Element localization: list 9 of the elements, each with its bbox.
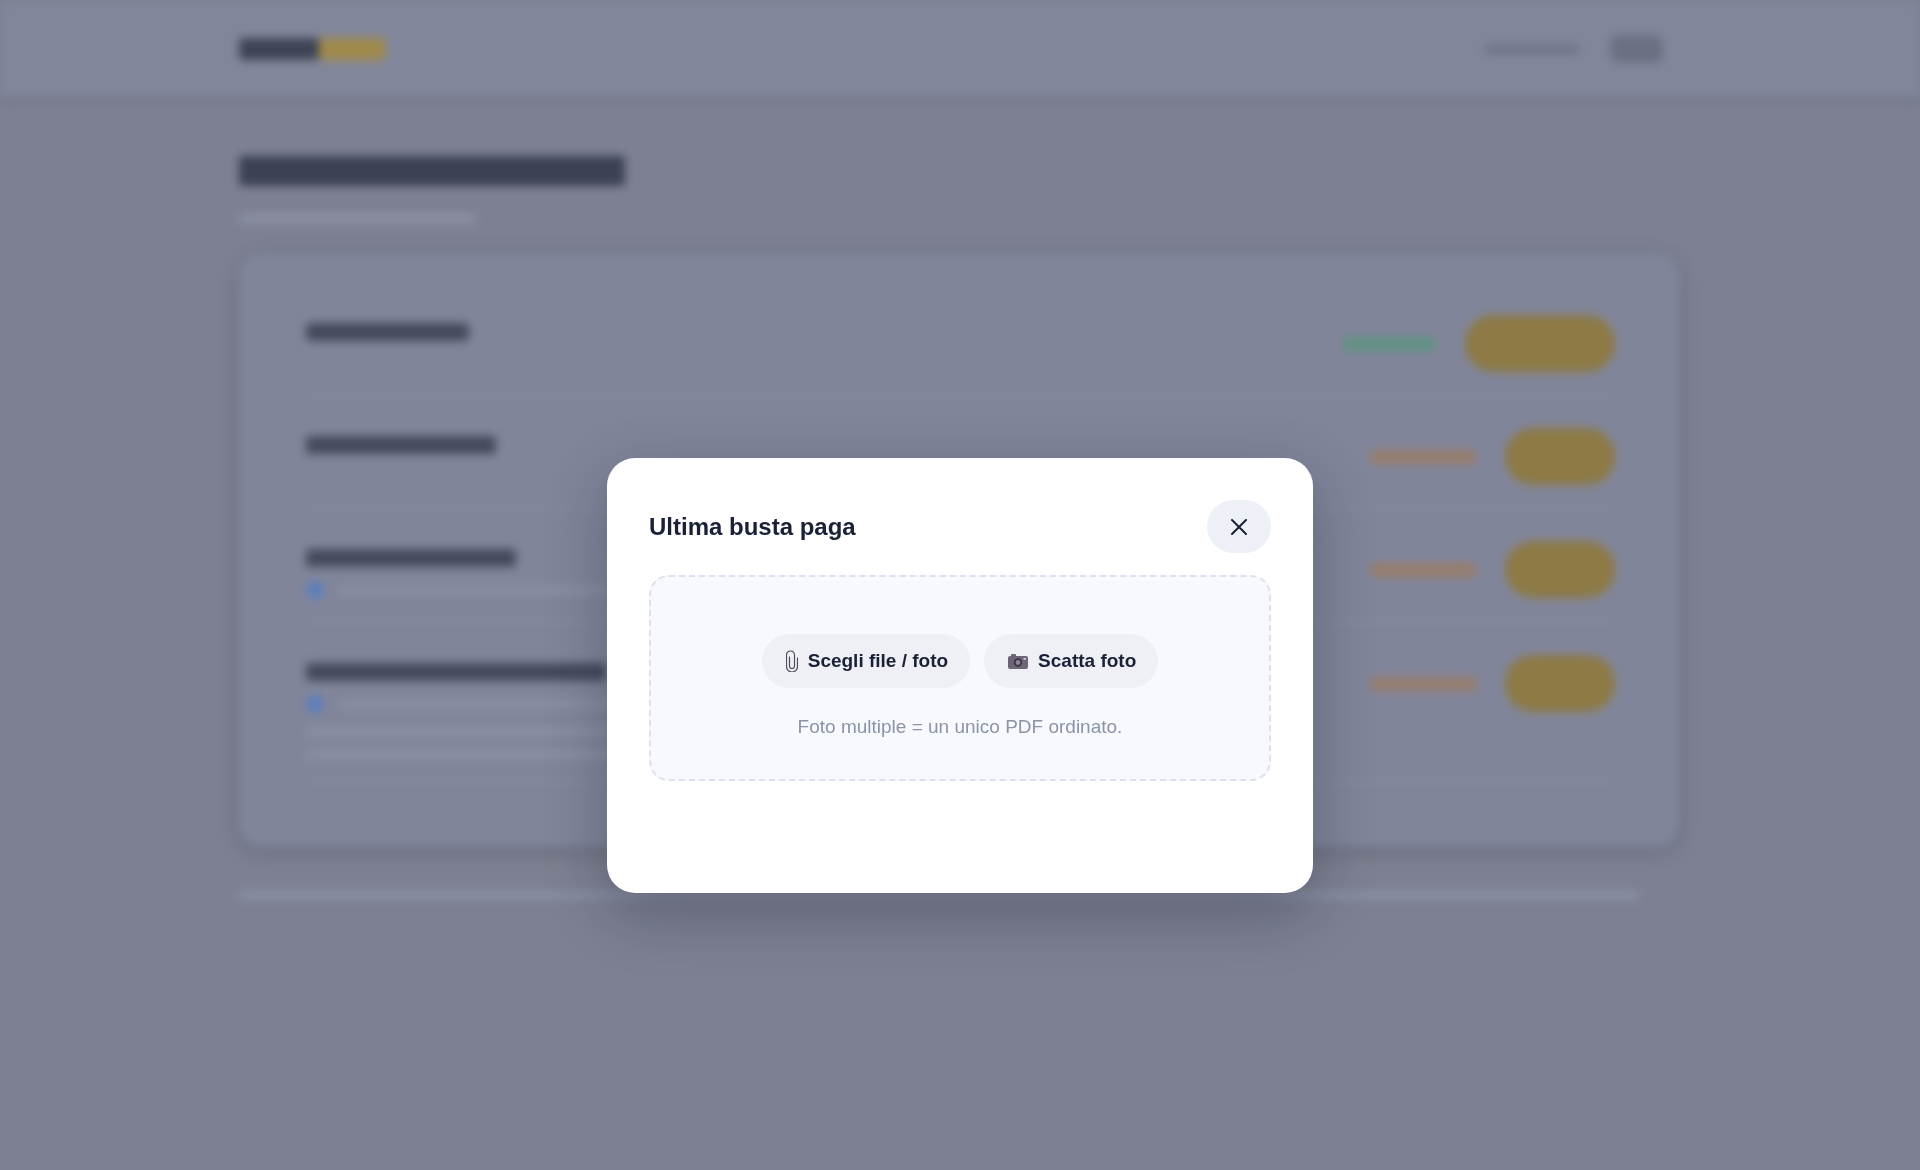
upload-hint-text: Foto multiple = un unico PDF ordinato. [797, 715, 1123, 739]
choose-file-button[interactable]: Scegli file / foto [761, 634, 971, 688]
close-button[interactable] [1207, 500, 1271, 553]
close-icon [1231, 518, 1247, 535]
paperclip-icon [785, 650, 798, 672]
camera-icon [1008, 653, 1029, 669]
file-drop-area[interactable]: Scegli file / foto Scatta foto Foto multiple = un unico PDF ordinato. [649, 575, 1271, 781]
take-photo-button[interactable]: Scatta foto [984, 634, 1159, 688]
dialog-title: Ultima busta paga [649, 511, 856, 542]
